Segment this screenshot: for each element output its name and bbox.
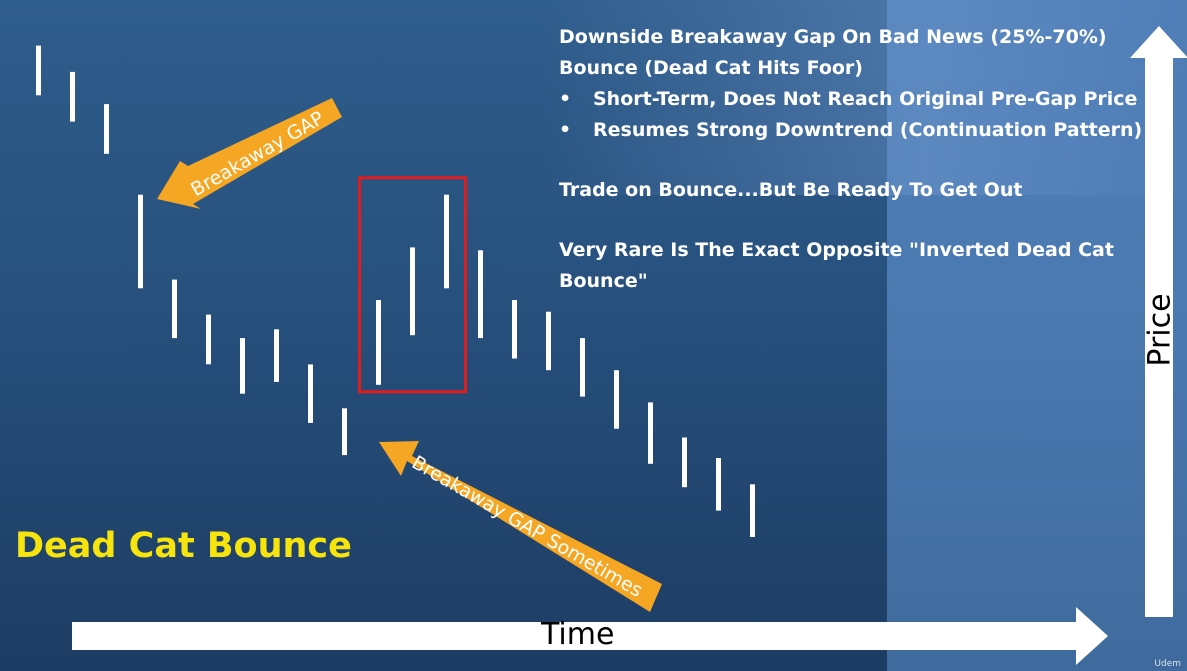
price-bar-2	[70, 71, 75, 122]
x-axis-label: Time	[541, 617, 615, 652]
bullet-icon: •	[559, 119, 572, 141]
price-bar-4	[138, 194, 143, 289]
breakaway-gap-label: Breakaway GAP	[187, 107, 328, 201]
slide-notes: Downside Breakaway Gap On Bad News (25%-…	[559, 22, 1149, 297]
price-bar-21	[716, 458, 721, 511]
price-bar-6	[206, 314, 211, 365]
price-bar-20	[682, 437, 687, 488]
notes-bullet-1-text: Short-Term, Does Not Reach Original Pre-…	[593, 88, 1138, 110]
bullet-icon: •	[559, 88, 572, 110]
notes-trade-note: Trade on Bounce...But Be Ready To Get Ou…	[559, 179, 1023, 201]
breakaway-gap-callout: Breakaway GAP	[157, 98, 342, 209]
price-bar-18	[614, 370, 619, 429]
notes-bullet-2-text: Resumes Strong Downtrend (Continuation P…	[593, 119, 1143, 141]
price-bar-15	[512, 300, 517, 359]
price-bar-16	[546, 311, 551, 371]
price-bar-3	[104, 104, 109, 154]
price-bar-8	[274, 329, 279, 382]
price-bar-5	[172, 279, 177, 339]
breakaway-gap-sometimes-callout: Breakaway GAP Sometimes	[379, 441, 662, 612]
notes-bullet-2: • Resumes Strong Downtrend (Continuation…	[559, 115, 1149, 146]
notes-rare-note: Very Rare Is The Exact Opposite "Inverte…	[559, 239, 1114, 292]
price-bar-1	[36, 45, 41, 96]
price-bar-11	[376, 300, 381, 385]
price-bar-7	[240, 338, 245, 394]
notes-heading: Downside Breakaway Gap On Bad News (25%-…	[559, 26, 1107, 48]
price-bar-12	[410, 247, 415, 336]
chart-title: Dead Cat Bounce	[15, 526, 352, 566]
price-bar-13	[444, 194, 449, 289]
price-bar-19	[648, 402, 653, 464]
price-bar-10	[342, 408, 347, 456]
watermark: Udem	[1154, 659, 1181, 669]
notes-subheading: Bounce (Dead Cat Hits Foor)	[559, 57, 863, 79]
price-bar-17	[580, 338, 585, 397]
price-bar-22	[750, 484, 755, 537]
y-axis-label: Price	[1142, 293, 1178, 367]
price-bar-14	[478, 250, 483, 339]
breakaway-gap-sometimes-label: Breakaway GAP Sometimes	[408, 451, 646, 601]
price-bar-9	[308, 364, 313, 423]
slide: Breakaway GAP Breakaway GAP Sometimes Do…	[0, 0, 1187, 671]
notes-bullet-1: • Short-Term, Does Not Reach Original Pr…	[559, 84, 1149, 115]
